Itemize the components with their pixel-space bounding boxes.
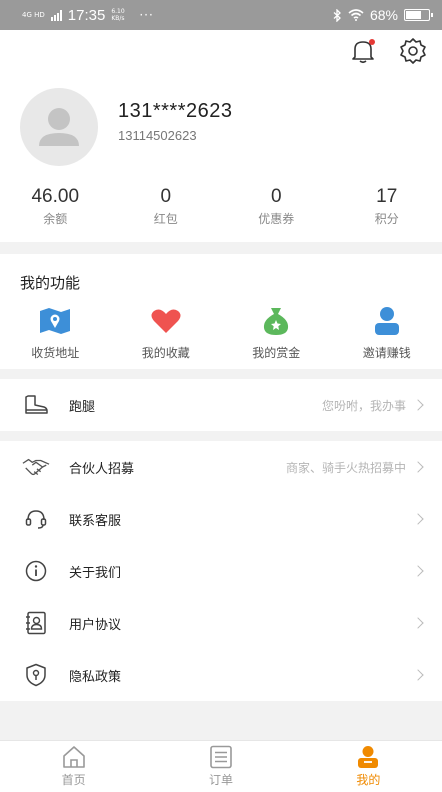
list-icon: [210, 745, 232, 769]
battery-percent: 68%: [369, 7, 398, 23]
section-title: 我的功能: [20, 274, 81, 292]
more-notifications: ···: [139, 8, 154, 22]
settings-button[interactable]: [398, 36, 428, 66]
row-label: 联系客服: [69, 513, 122, 529]
default-avatar-icon: [39, 108, 79, 146]
menu-user-agreement[interactable]: 用户协议: [0, 597, 442, 649]
errand-section: 跑腿 您吩咐，我办事: [0, 379, 442, 431]
user-phone-masked: 131****2623: [118, 100, 233, 122]
stat-coupons[interactable]: 0 优惠券: [221, 186, 332, 227]
chevron-right-icon: [412, 399, 424, 411]
chevron-right-icon: [412, 617, 424, 629]
tab-label: 我的: [356, 773, 381, 787]
stat-value: 0: [160, 186, 172, 207]
row-hint: 商家、骑手火热招募中: [285, 460, 406, 475]
profile-header: 131****2623 13114502623 46.00 余额 0 红包 0 …: [0, 30, 442, 242]
money-bag-icon: [259, 304, 293, 338]
menu-partner-recruit[interactable]: 合伙人招募 商家、骑手火热招募中: [0, 441, 442, 493]
status-time: 17:35: [67, 6, 106, 24]
map-icon: [38, 304, 72, 338]
user-phone-full: 13114502623: [118, 128, 197, 143]
tab-label: 订单: [208, 773, 233, 787]
stat-value: 0: [270, 186, 282, 207]
stat-label: 红包: [153, 212, 178, 226]
stat-label: 积分: [374, 212, 399, 226]
bottom-tab-bar: 首页 订单 我的: [0, 740, 442, 792]
func-address[interactable]: 收货地址: [0, 304, 111, 361]
user-icon: [370, 304, 404, 338]
func-label: 我的赏金: [252, 346, 301, 360]
notification-dot: [369, 39, 375, 45]
stat-balance[interactable]: 46.00 余额: [0, 186, 111, 227]
tab-label: 首页: [61, 773, 86, 787]
heart-icon: [149, 304, 183, 338]
row-hint: 您吩咐，我办事: [321, 398, 406, 413]
signal-icon: [50, 9, 62, 21]
stat-points[interactable]: 17 积分: [332, 186, 442, 227]
wifi-icon: [348, 9, 364, 21]
tab-mine[interactable]: 我的: [295, 741, 442, 792]
stat-value: 17: [376, 186, 398, 207]
chevron-right-icon: [412, 461, 424, 473]
boot-icon: [22, 391, 50, 419]
tab-home[interactable]: 首页: [0, 741, 147, 792]
errand-row[interactable]: 跑腿 您吩咐，我办事: [0, 379, 442, 431]
func-label: 我的收藏: [141, 346, 190, 360]
func-label: 收货地址: [31, 346, 80, 360]
stat-label: 余额: [43, 212, 68, 226]
status-bar: 4G HD 17:35 6.10 KB/s ··· 68%: [0, 0, 442, 30]
network-speed: 6.10 KB/s: [111, 8, 125, 22]
network-label: 4G HD: [22, 11, 45, 19]
stat-red-packet[interactable]: 0 红包: [111, 186, 222, 227]
func-invite[interactable]: 邀请赚钱: [332, 304, 442, 361]
row-label: 隐私政策: [69, 669, 122, 685]
menu-privacy-policy[interactable]: 隐私政策: [0, 649, 442, 701]
notification-button[interactable]: [348, 36, 378, 66]
settings-menu: 合伙人招募 商家、骑手火热招募中 联系客服 关于我们 用户协议 隐私政策: [0, 441, 442, 701]
account-stats: 46.00 余额 0 红包 0 优惠券 17 积分: [0, 186, 442, 227]
battery-icon: [404, 9, 433, 21]
shield-lock-icon: [22, 661, 50, 689]
chevron-right-icon: [412, 513, 424, 525]
chevron-right-icon: [412, 565, 424, 577]
row-label: 跑腿: [69, 399, 96, 415]
tab-orders[interactable]: 订单: [147, 741, 294, 792]
row-label: 关于我们: [69, 565, 122, 581]
func-favorites[interactable]: 我的收藏: [111, 304, 222, 361]
contact-card-icon: [22, 609, 50, 637]
menu-customer-service[interactable]: 联系客服: [0, 493, 442, 545]
func-label: 邀请赚钱: [362, 346, 411, 360]
func-bounty[interactable]: 我的赏金: [221, 304, 332, 361]
info-icon: [22, 557, 50, 585]
stat-label: 优惠券: [258, 212, 295, 226]
menu-about-us[interactable]: 关于我们: [0, 545, 442, 597]
profile-icon: [358, 746, 379, 768]
headset-icon: [22, 505, 50, 533]
chevron-right-icon: [412, 669, 424, 681]
my-functions-section: 我的功能 收货地址 我的收藏 我的赏金 邀请赚钱: [0, 254, 442, 369]
home-icon: [62, 746, 85, 768]
row-label: 合伙人招募: [69, 461, 135, 477]
gear-icon: [400, 38, 426, 64]
handshake-icon: [22, 453, 50, 481]
bluetooth-icon: [333, 8, 341, 22]
row-label: 用户协议: [69, 617, 122, 633]
avatar[interactable]: [20, 88, 98, 166]
stat-value: 46.00: [31, 186, 80, 207]
